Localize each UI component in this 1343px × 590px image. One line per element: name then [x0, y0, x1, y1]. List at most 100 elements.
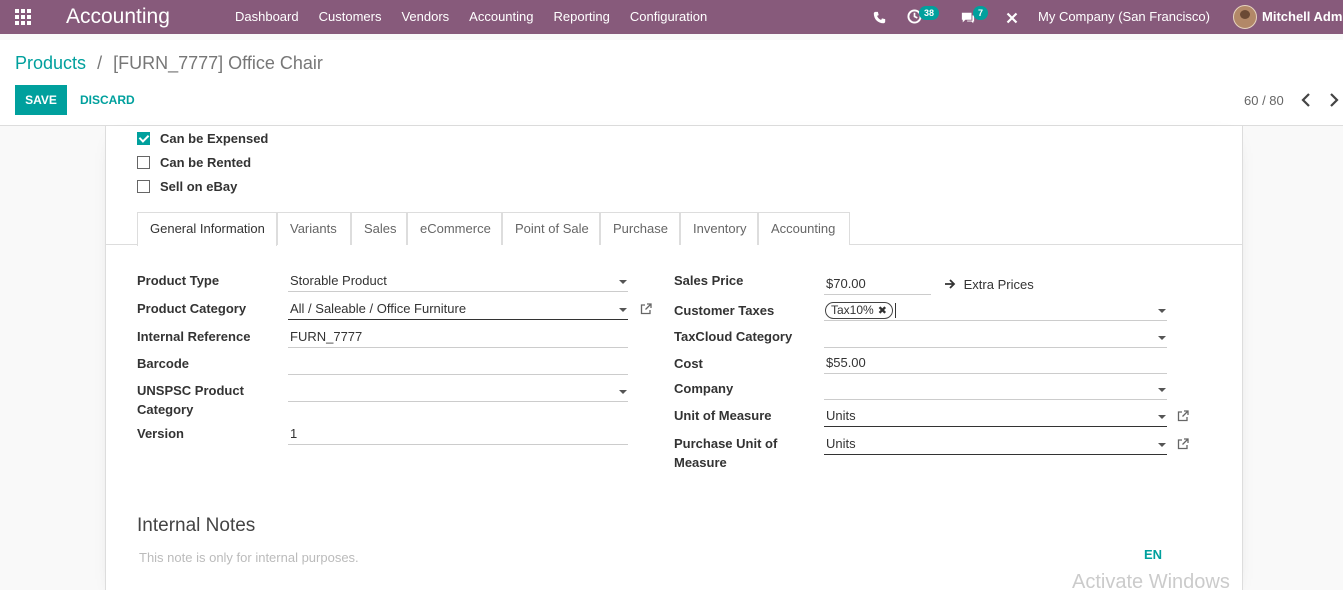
internal-reference-value: FURN_7777 [290, 329, 363, 344]
remove-tag-icon[interactable]: ✖ [878, 305, 887, 317]
close-icon[interactable] [1006, 0, 1018, 34]
form-sheet: Can be Expensed Can be Rented Sell on eB… [105, 126, 1243, 590]
chevron-right-icon[interactable] [1328, 92, 1340, 108]
phone-icon[interactable] [873, 0, 886, 34]
caret-down-icon [1158, 443, 1166, 447]
caret-down-icon [1158, 388, 1166, 392]
external-link-icon[interactable] [1177, 410, 1189, 422]
version-input[interactable]: 1 [288, 423, 628, 445]
sales-price-input[interactable]: $70.00 [824, 273, 931, 295]
product-type-label: Product Type [137, 273, 220, 288]
main-menu: Dashboard Customers Vendors Accounting R… [235, 0, 727, 34]
discard-button[interactable]: DISCARD [80, 85, 135, 115]
breadcrumb-current: [FURN_7777] Office Chair [113, 53, 323, 73]
sales-price-value: $70.00 [826, 276, 866, 291]
purchase-uom-label-line1: Purchase Unit of [674, 436, 778, 451]
external-link-icon[interactable] [640, 303, 652, 315]
menu-configuration[interactable]: Configuration [630, 0, 707, 34]
can-be-rented-row[interactable]: Can be Rented [137, 153, 251, 171]
tab-ecommerce[interactable]: eCommerce [407, 212, 502, 245]
can-be-rented-label: Can be Rented [160, 154, 252, 170]
unspsc-label-line1: UNSPSC Product [137, 383, 244, 398]
tab-point-of-sale[interactable]: Point of Sale [502, 212, 600, 245]
purchase-uom-select[interactable]: Units [824, 433, 1167, 455]
barcode-input[interactable] [288, 353, 628, 375]
can-be-expensed-checkbox[interactable] [137, 131, 150, 145]
breadcrumb-products[interactable]: Products [15, 53, 86, 73]
customer-taxes-label: Customer Taxes [674, 303, 775, 318]
internal-reference-label: Internal Reference [137, 329, 251, 344]
messages-badge: 7 [973, 6, 989, 20]
user-menu[interactable]: Mitchell Admi [1262, 0, 1343, 34]
internal-notes-input[interactable]: This note is only for internal purposes. [139, 550, 359, 565]
save-button[interactable]: SAVE [15, 85, 67, 115]
unspsc-label-line2: Category [137, 402, 194, 417]
can-be-expensed-row[interactable]: Can be Expensed [137, 129, 268, 147]
avatar[interactable] [1233, 5, 1257, 29]
pager-value[interactable]: 60 / 80 [1244, 93, 1284, 108]
text-cursor [895, 303, 896, 318]
arrow-right-icon [945, 279, 956, 289]
tab-variants[interactable]: Variants [277, 212, 351, 245]
menu-dashboard[interactable]: Dashboard [235, 0, 299, 34]
sell-on-ebay-row[interactable]: Sell on eBay [137, 177, 237, 195]
purchase-uom-value: Units [826, 436, 856, 451]
app-brand[interactable]: Accounting [66, 5, 170, 29]
product-category-value: All / Saleable / Office Furniture [290, 301, 467, 316]
taxcloud-category-select[interactable] [824, 326, 1167, 348]
can-be-expensed-label: Can be Expensed [160, 130, 269, 146]
company-switcher[interactable]: My Company (San Francisco) [1038, 0, 1210, 34]
barcode-label: Barcode [137, 356, 190, 371]
can-be-rented-checkbox[interactable] [137, 155, 150, 169]
internal-reference-input[interactable]: FURN_7777 [288, 326, 628, 348]
tab-sales[interactable]: Sales [351, 212, 407, 245]
sales-price-label: Sales Price [674, 273, 744, 288]
sell-on-ebay-checkbox[interactable] [137, 179, 150, 193]
chevron-left-icon[interactable] [1300, 92, 1312, 108]
form-tabs: General Information Variants Sales eComm… [106, 212, 1243, 246]
menu-accounting[interactable]: Accounting [469, 0, 533, 34]
sell-on-ebay-label: Sell on eBay [160, 178, 238, 194]
product-category-label: Product Category [137, 301, 247, 316]
purchase-uom-label-line2: Measure [674, 455, 727, 470]
version-label: Version [137, 426, 184, 441]
tax-tag-label: Tax10% [831, 303, 874, 317]
caret-down-icon [619, 390, 627, 394]
menu-customers[interactable]: Customers [319, 0, 382, 34]
cost-value: $55.00 [826, 355, 866, 370]
breadcrumb: Products / [FURN_7777] Office Chair [15, 53, 323, 74]
caret-down-icon [619, 280, 627, 284]
extra-prices-button[interactable]: Extra Prices [944, 277, 1034, 292]
activities-badge: 38 [919, 6, 940, 20]
unspsc-category-select[interactable] [288, 380, 628, 402]
menu-reporting[interactable]: Reporting [554, 0, 610, 34]
product-type-value: Storable Product [290, 273, 387, 288]
product-type-select[interactable]: Storable Product [288, 270, 628, 292]
caret-down-icon [1158, 336, 1166, 340]
menu-vendors[interactable]: Vendors [401, 0, 449, 34]
company-select[interactable] [824, 378, 1167, 400]
tab-accounting[interactable]: Accounting [758, 212, 850, 245]
unit-of-measure-select[interactable]: Units [824, 405, 1167, 427]
apps-grid-icon[interactable] [15, 9, 33, 25]
extra-prices-label: Extra Prices [963, 277, 1034, 292]
taxcloud-category-label: TaxCloud Category [674, 329, 793, 344]
unit-of-measure-value: Units [826, 408, 856, 423]
tab-general-information[interactable]: General Information [137, 212, 277, 246]
caret-down-icon [1158, 309, 1166, 313]
tab-purchase[interactable]: Purchase [600, 212, 680, 245]
customer-taxes-input[interactable]: Tax10% ✖ [824, 299, 1167, 321]
language-button[interactable]: EN [1144, 547, 1162, 562]
activate-windows-watermark: Activate Windows [1072, 571, 1230, 590]
product-category-select[interactable]: All / Saleable / Office Furniture [288, 298, 628, 320]
tab-inventory[interactable]: Inventory [680, 212, 758, 245]
cost-input[interactable]: $55.00 [824, 352, 1167, 374]
tax-tag: Tax10% ✖ [825, 302, 893, 319]
breadcrumb-separator: / [97, 53, 103, 73]
version-value: 1 [290, 426, 298, 441]
caret-down-icon [619, 308, 627, 312]
unit-of-measure-label: Unit of Measure [674, 408, 772, 423]
cost-label: Cost [674, 356, 703, 371]
caret-down-icon [1158, 415, 1166, 419]
external-link-icon[interactable] [1177, 438, 1189, 450]
